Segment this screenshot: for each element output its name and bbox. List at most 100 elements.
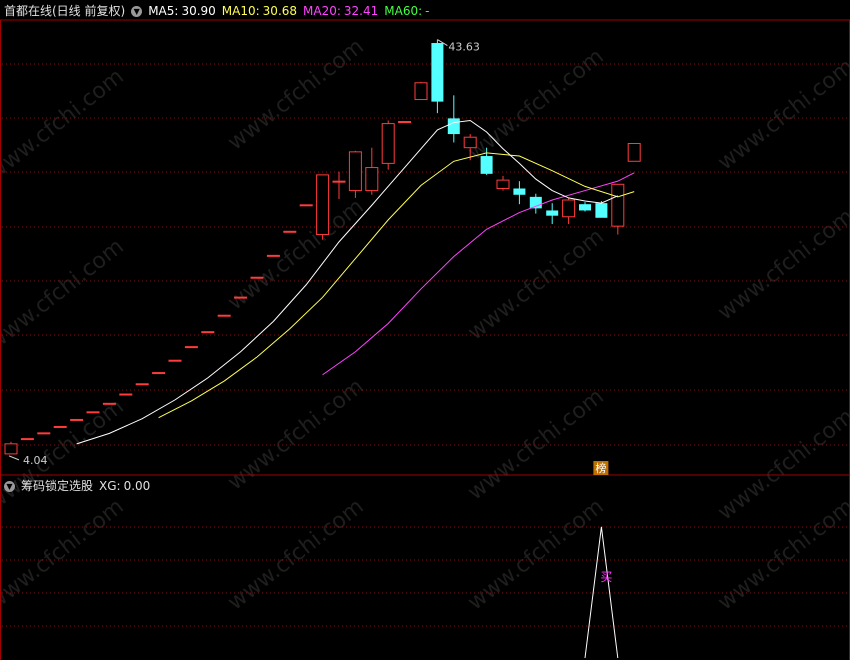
low-marker — [8, 455, 20, 461]
candle-body — [496, 179, 510, 189]
candle — [381, 120, 395, 170]
candle-body — [480, 156, 493, 174]
candle — [37, 432, 51, 435]
candle — [135, 383, 149, 386]
candle — [266, 254, 280, 257]
candle-body — [299, 204, 313, 207]
watermark-text: www.cfchi.com — [463, 44, 608, 165]
candle — [234, 296, 248, 299]
signal-label: 买 — [600, 570, 612, 584]
candle-body — [250, 276, 264, 279]
candle-body — [168, 359, 182, 362]
watermark-text: www.cfchi.com — [0, 234, 129, 355]
candle — [332, 171, 346, 199]
watermark-text: www.cfchi.com — [223, 494, 368, 615]
main-chart-header: 首都在线(日线 前复权) ▼ MA5: 30.90 MA10: 30.68 MA20… — [4, 3, 435, 19]
candle — [627, 142, 641, 162]
candle — [250, 276, 264, 279]
candle — [152, 372, 166, 375]
candle-body — [201, 331, 215, 334]
candle — [365, 147, 379, 195]
candle-body — [595, 203, 608, 218]
candle — [579, 202, 591, 212]
candle — [119, 393, 133, 396]
candle — [348, 150, 362, 198]
candle-body — [348, 151, 362, 192]
candle — [102, 402, 116, 405]
candle-body — [102, 402, 116, 405]
candle-body — [414, 82, 428, 101]
candle-body — [70, 418, 84, 421]
candle-body — [152, 372, 166, 375]
xg-signal-line — [584, 526, 619, 659]
candle-body — [217, 314, 231, 317]
candle-body — [562, 199, 576, 218]
candle-body — [53, 425, 67, 428]
candle — [447, 95, 460, 143]
candle — [513, 181, 526, 205]
candle — [168, 359, 182, 362]
candle-body — [234, 296, 248, 299]
candle — [496, 175, 510, 191]
candle-body — [184, 346, 198, 349]
candle-body — [86, 411, 100, 414]
low-label: 4.04 — [23, 454, 48, 467]
candle — [201, 331, 215, 334]
candle — [398, 121, 412, 124]
ma60-readout: MA60: - — [384, 4, 430, 18]
candle — [283, 230, 297, 233]
candle — [562, 197, 576, 225]
candle-body — [381, 123, 395, 164]
indicator-title: 筹码锁定选股 — [21, 479, 94, 493]
watermark-text: www.cfchi.com — [463, 494, 608, 615]
watermark-text: www.cfchi.com — [223, 34, 368, 155]
candle-body — [627, 142, 641, 162]
candle — [4, 441, 18, 455]
ma20-readout: MA20: 32.41 — [303, 4, 379, 18]
watermark-text: www.cfchi.com — [713, 54, 850, 175]
candle — [53, 425, 67, 428]
candle-body — [365, 167, 379, 192]
candle — [546, 203, 559, 225]
candle — [217, 314, 231, 317]
watermark-text: www.cfchi.com — [713, 204, 850, 325]
candle-body — [119, 393, 133, 396]
candle-body — [447, 118, 460, 135]
sub-chart-header: ▼ 筹码锁定选股 XG: 0.00 — [4, 478, 156, 494]
candle-body — [579, 204, 591, 211]
candle-body — [332, 180, 346, 183]
candle-body — [20, 438, 34, 441]
candle — [414, 81, 428, 101]
candle-body — [611, 183, 625, 227]
ma10-line — [158, 152, 635, 419]
watermark-text: www.cfchi.com — [0, 494, 129, 615]
high-label: 43.63 — [448, 41, 480, 54]
candle-body — [398, 121, 412, 124]
candle-body — [266, 254, 280, 257]
watermark-text: www.cfchi.com — [223, 374, 368, 495]
candle-body — [463, 136, 477, 149]
watermark-text: www.cfchi.com — [463, 224, 608, 345]
ma10-readout: MA10: 30.68 — [221, 4, 298, 18]
candle-body — [513, 188, 526, 195]
candle-body — [4, 443, 18, 455]
badge-label: 榜 — [595, 461, 606, 475]
ma5-readout: MA5: 30.90 — [148, 4, 216, 18]
candle-body — [283, 230, 297, 233]
candle — [70, 418, 84, 421]
chevron-down-icon[interactable]: ▼ — [131, 5, 143, 17]
watermark-text: www.cfchi.com — [0, 64, 129, 185]
candle — [86, 411, 100, 414]
candle — [299, 204, 313, 207]
candle — [316, 174, 330, 240]
candle-body — [546, 210, 559, 216]
chart-canvas: www.cfchi.com www.cfchi.com www.cfchi.com w… — [0, 19, 850, 660]
candle — [184, 346, 198, 349]
candle-body — [135, 383, 149, 386]
chevron-down-icon[interactable]: ▼ — [4, 480, 15, 492]
watermark-layer: www.cfchi.com www.cfchi.com www.cfchi.com w… — [0, 34, 850, 615]
candle — [431, 39, 444, 114]
stock-title: 首都在线(日线 前复权) — [4, 4, 126, 18]
candle-body — [316, 174, 330, 236]
candle — [20, 438, 34, 441]
